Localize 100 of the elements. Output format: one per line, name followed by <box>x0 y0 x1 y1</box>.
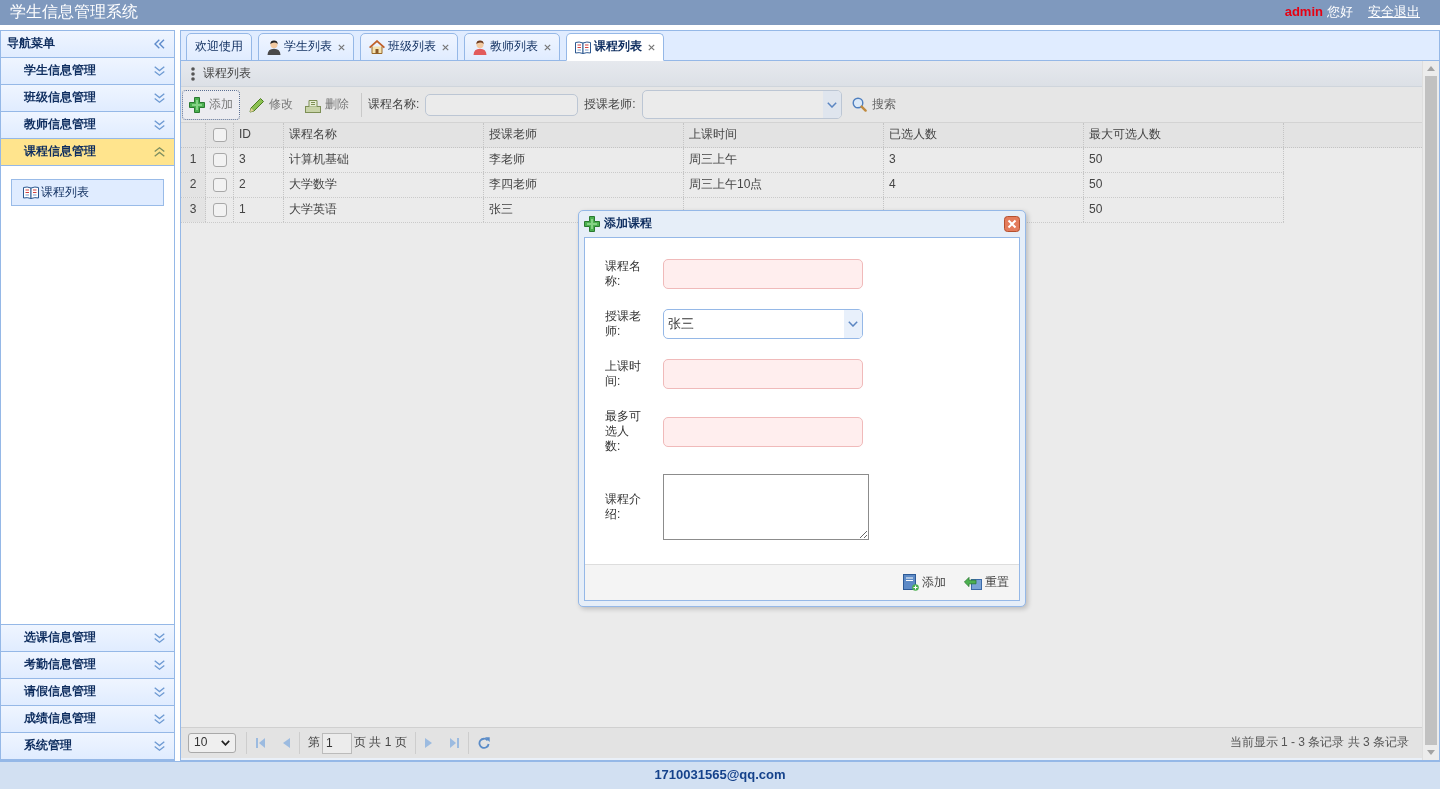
row-number: 1 <box>181 148 206 172</box>
book-icon <box>23 186 39 199</box>
row-number: 3 <box>181 198 206 222</box>
accordion-header[interactable]: 班级信息管理 <box>1 85 174 112</box>
accordion-header[interactable]: 教师信息管理 <box>1 112 174 139</box>
double-chevron-up-icon <box>154 147 165 157</box>
table-cell: 3 <box>884 148 1084 172</box>
dropdown-field[interactable] <box>641 90 842 119</box>
select-all-checkbox[interactable] <box>212 128 227 142</box>
book-icon <box>575 40 591 54</box>
search-button[interactable]: 搜索 <box>849 96 898 113</box>
greeting-text: 您好 <box>1327 4 1353 21</box>
row-checkbox[interactable] <box>212 153 227 167</box>
textarea-field[interactable] <box>663 474 869 540</box>
accordion-header[interactable]: 选课信息管理 <box>1 625 174 652</box>
text-input[interactable] <box>663 416 863 447</box>
filter-label: 授课老师: <box>584 96 636 113</box>
previous-page-icon[interactable] <box>283 738 290 748</box>
accordion-header[interactable]: 考勤信息管理 <box>1 652 174 679</box>
next-page-icon[interactable] <box>424 738 432 748</box>
delete-button[interactable]: 删除 <box>302 89 352 120</box>
table-cell: 大学数学 <box>284 173 484 197</box>
last-page-icon[interactable] <box>449 738 459 748</box>
text-input[interactable] <box>425 93 579 116</box>
field-label: 课程介绍: <box>605 492 642 522</box>
house-icon <box>369 40 385 54</box>
panel-title: 课程列表 <box>203 65 251 82</box>
scrollbar-thumb[interactable] <box>1425 76 1437 745</box>
text-input[interactable] <box>663 259 863 289</box>
sidebar-title: 导航菜单 <box>7 36 55 52</box>
tab[interactable]: 课程列表 <box>566 33 664 61</box>
close-icon[interactable] <box>442 43 449 51</box>
search-icon <box>851 97 867 112</box>
document-icon <box>903 574 919 591</box>
table-cell: 大学英语 <box>284 198 484 222</box>
text-input[interactable] <box>663 359 863 389</box>
tab[interactable]: 教师列表 <box>464 33 560 61</box>
column-header[interactable]: 授课老师 <box>484 123 684 147</box>
chevron-down-icon <box>826 101 837 108</box>
scroll-up-icon[interactable] <box>1427 66 1435 71</box>
save-button[interactable]: 添加 <box>900 569 949 596</box>
refresh-icon[interactable] <box>477 737 490 749</box>
row-number: 2 <box>181 173 206 197</box>
table-cell: 1 <box>234 198 284 222</box>
person-icon <box>267 39 281 55</box>
table-cell: 2 <box>234 173 284 197</box>
table-cell: 50 <box>1084 198 1284 222</box>
row-checkbox[interactable] <box>212 203 227 217</box>
footer-text: 1710031565@qq.com <box>654 767 786 784</box>
column-header[interactable]: 已选人数 <box>884 123 1084 147</box>
double-chevron-left-icon[interactable] <box>154 39 165 49</box>
close-icon[interactable] <box>648 43 655 51</box>
column-header[interactable]: ID <box>234 123 284 147</box>
pencil-icon <box>249 96 265 113</box>
pager-summary: 当前显示 1 - 3 条记录 共 3 条记录 <box>1229 735 1409 751</box>
sidebar-link[interactable]: 课程列表 <box>11 179 164 206</box>
field-label: 课程名称: <box>605 259 642 289</box>
page-input[interactable]: 1 <box>322 732 352 754</box>
double-chevron-down-icon <box>154 687 165 697</box>
filter-label: 课程名称: <box>368 96 420 113</box>
double-chevron-down-icon <box>154 93 165 103</box>
page-size-select[interactable]: 10 <box>188 733 236 753</box>
table-cell: 50 <box>1084 173 1284 197</box>
double-chevron-down-icon <box>154 633 165 643</box>
accordion-header[interactable]: 系统管理 <box>1 733 174 760</box>
double-chevron-down-icon <box>154 714 165 724</box>
username: admin <box>1284 4 1323 21</box>
table-cell: 3 <box>234 148 284 172</box>
tab[interactable]: 欢迎使用 <box>186 33 252 61</box>
row-checkbox[interactable] <box>212 178 227 192</box>
accordion-header[interactable]: 学生信息管理 <box>1 58 174 85</box>
accordion-header[interactable]: 成绩信息管理 <box>1 706 174 733</box>
table-cell: 周三上午10点 <box>684 173 884 197</box>
tab[interactable]: 班级列表 <box>360 33 458 61</box>
vertical-dots-icon <box>191 66 195 81</box>
close-icon[interactable] <box>1004 216 1020 232</box>
first-page-icon[interactable] <box>256 738 265 748</box>
person-icon <box>473 39 487 55</box>
scrollbar[interactable] <box>1422 61 1439 760</box>
field-label: 最多可选人数: <box>605 409 642 454</box>
table-cell: 计算机基础 <box>284 148 484 172</box>
plus-icon <box>584 216 600 232</box>
add-button[interactable]: 添加 <box>182 89 240 120</box>
close-icon[interactable] <box>544 43 551 51</box>
accordion-header[interactable]: 课程信息管理 <box>1 139 174 166</box>
column-header[interactable]: 上课时间 <box>684 123 884 147</box>
chevron-down-icon <box>848 321 858 327</box>
dropdown-field[interactable]: 张三 <box>663 309 863 339</box>
double-chevron-down-icon <box>154 660 165 670</box>
double-chevron-down-icon <box>154 66 165 76</box>
column-header[interactable]: 课程名称 <box>284 123 484 147</box>
reset-button[interactable]: 重置 <box>961 569 1012 596</box>
tab[interactable]: 学生列表 <box>258 33 354 61</box>
table-cell: 李四老师 <box>484 173 684 197</box>
edit-button[interactable]: 修改 <box>246 89 296 120</box>
scroll-down-icon[interactable] <box>1427 750 1435 755</box>
column-header[interactable]: 最大可选人数 <box>1084 123 1284 147</box>
close-icon[interactable] <box>338 43 345 51</box>
accordion-header[interactable]: 请假信息管理 <box>1 679 174 706</box>
app-title: 学生信息管理系统 <box>10 2 138 23</box>
